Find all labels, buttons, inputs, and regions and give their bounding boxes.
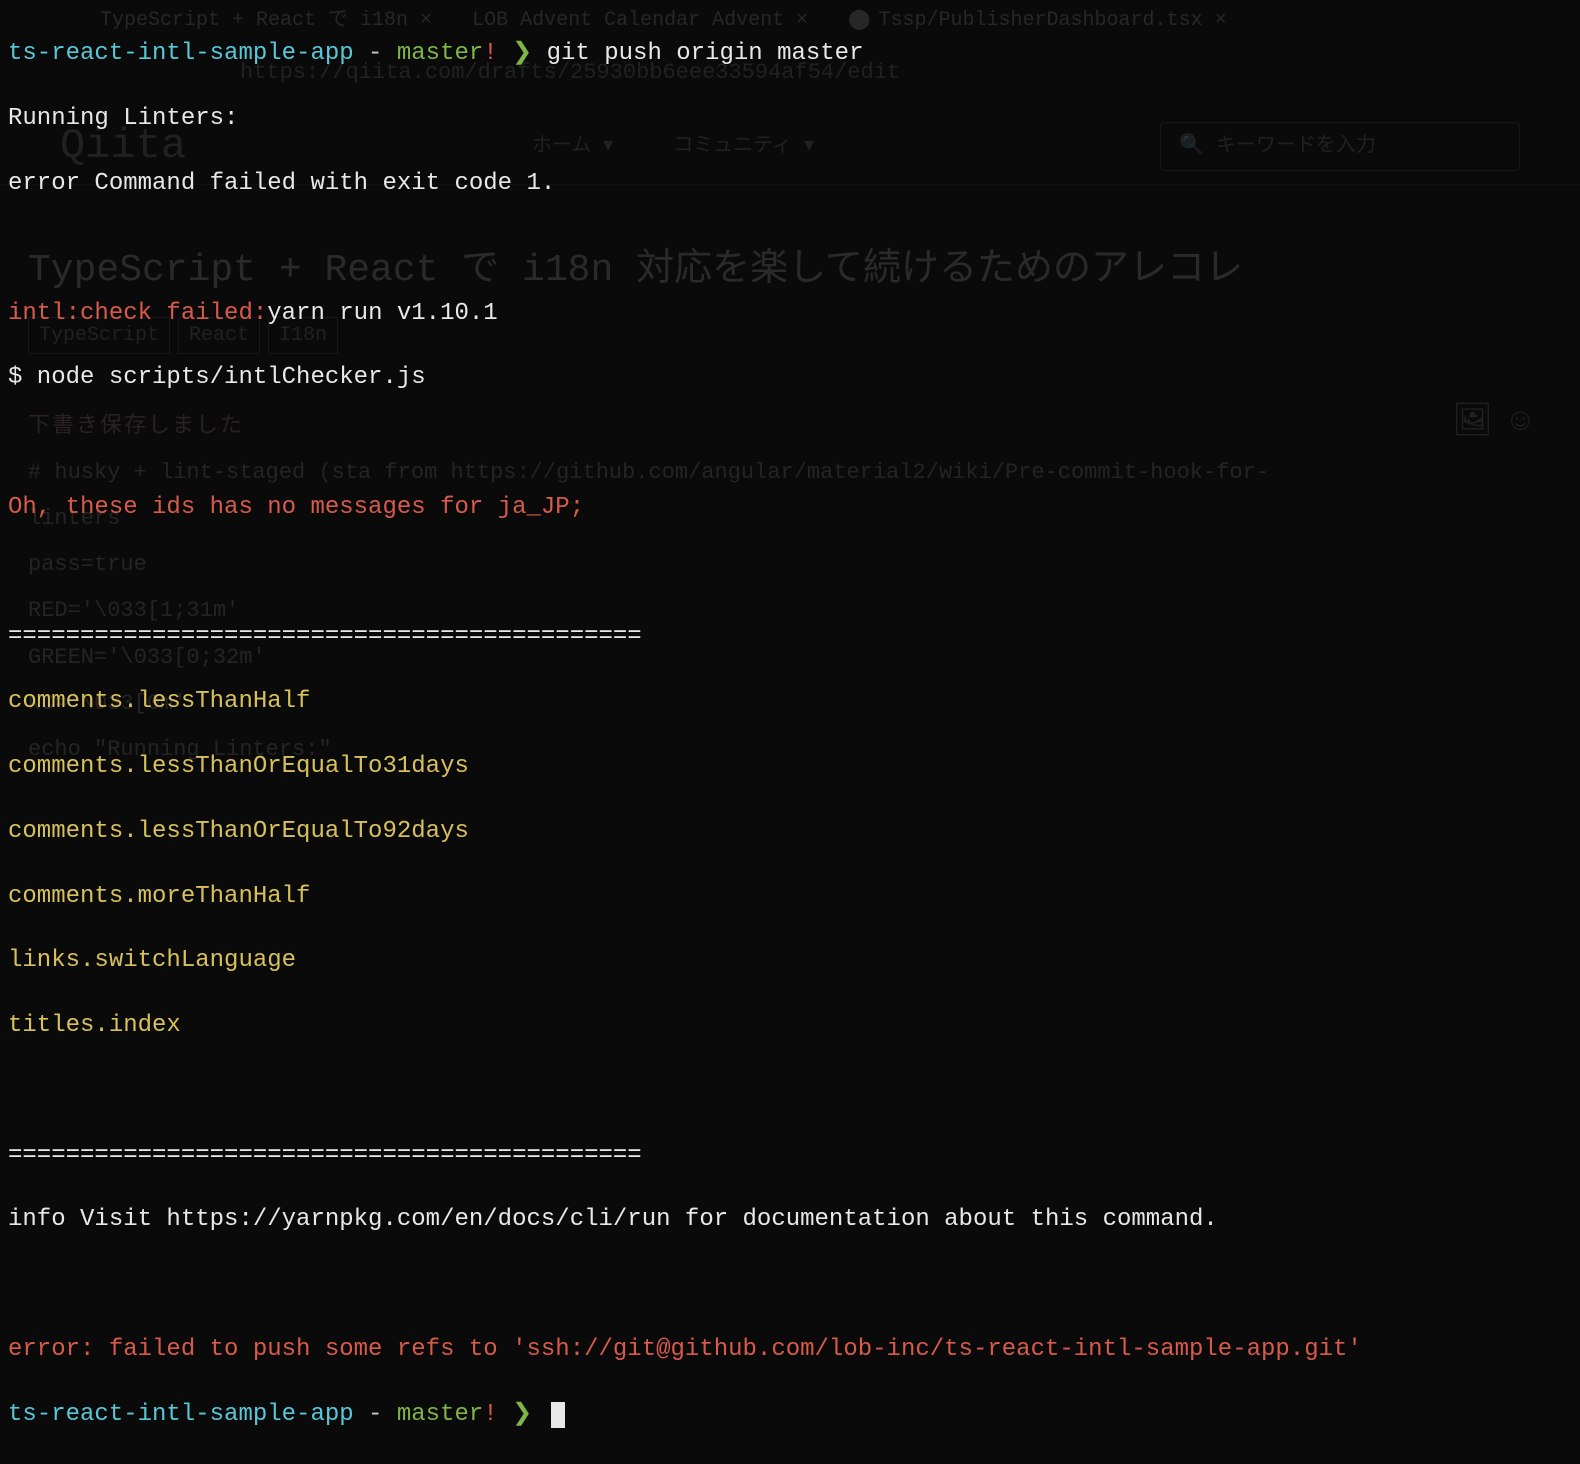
branch-name: master [397,40,483,67]
repo-name: ts-react-intl-sample-app [8,1401,354,1428]
prompt-arrow: ❯ [512,1401,547,1428]
output-line: error Command failed with exit code 1. [8,168,1572,200]
output-line: Oh, these ids has no messages for ja_JP; [8,492,1572,524]
output-line: Running Linters: [8,103,1572,135]
command-text: git push origin master [547,40,864,67]
prompt-arrow: ❯ [512,40,547,67]
missing-id: comments.lessThanHalf [8,686,1572,718]
dirty-marker: ! [483,1401,512,1428]
prompt-line: ts-react-intl-sample-app - master! ❯ git… [8,38,1572,70]
blank-line [8,233,1572,265]
missing-id: titles.index [8,1010,1572,1042]
missing-id: comments.lessThanOrEqualTo31days [8,751,1572,783]
terminal[interactable]: ts-react-intl-sample-app - master! ❯ git… [8,6,1572,1464]
yarn-run: yarn run v1.10.1 [267,300,497,327]
prompt-sep: - [354,40,397,67]
blank-line [8,1075,1572,1107]
prompt-line: ts-react-intl-sample-app - master! ❯ [8,1399,1572,1431]
missing-id: comments.moreThanHalf [8,881,1572,913]
repo-name: ts-react-intl-sample-app [8,40,354,67]
divider: ========================================… [8,621,1572,653]
divider: ========================================… [8,1140,1572,1172]
missing-id: links.switchLanguage [8,945,1572,977]
intl-check-failed: intl:check failed: [8,300,267,327]
push-error: error: failed to push some refs to 'ssh:… [8,1334,1572,1366]
output-line: intl:check failed:yarn run v1.10.1 [8,298,1572,330]
blank-line [8,557,1572,589]
output-line: info Visit https://yarnpkg.com/en/docs/c… [8,1204,1572,1236]
output-line: $ node scripts/intlCheсker.js [8,362,1572,394]
dirty-marker: ! [483,40,512,67]
blank-line [8,427,1572,459]
cursor [551,1402,565,1428]
missing-id: comments.lessThanOrEqualTo92days [8,816,1572,848]
prompt-sep: - [354,1401,397,1428]
branch-name: master [397,1401,483,1428]
blank-line [8,1269,1572,1301]
